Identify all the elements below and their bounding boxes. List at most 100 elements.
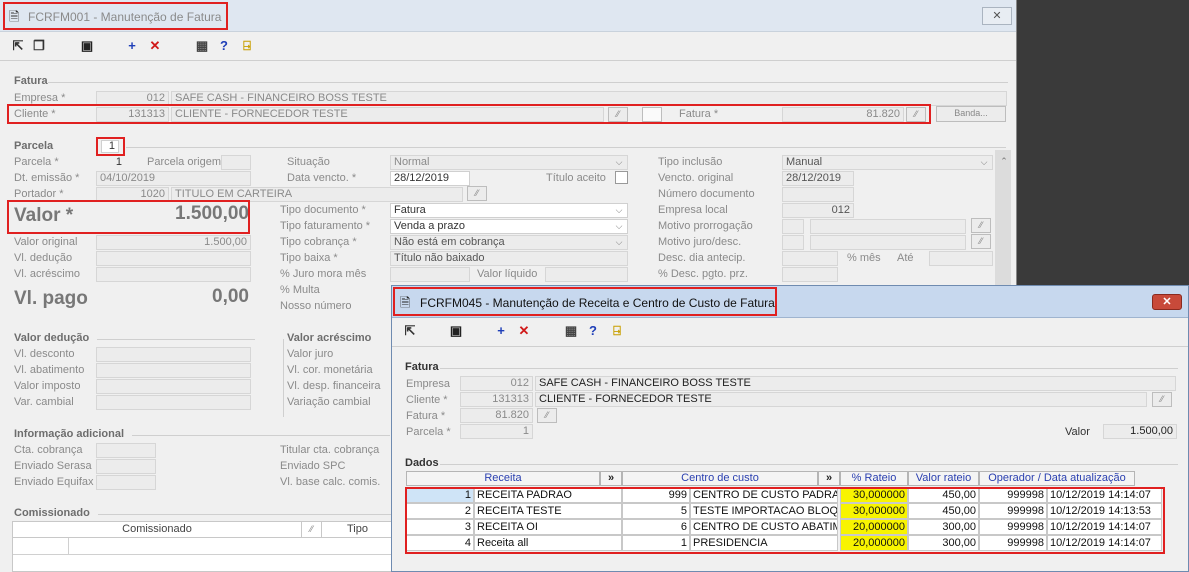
receita-cell[interactable]: RECEITA OI <box>474 519 622 535</box>
sub-fatura-search-button[interactable]: ⁄⁄ <box>537 408 557 423</box>
navigate-icon[interactable]: ⇱ <box>402 323 418 339</box>
cliente-code-field[interactable]: 131313 <box>96 107 169 122</box>
centro-header[interactable]: Centro de custo <box>622 471 818 486</box>
navigate-icon[interactable]: ⇱ <box>10 38 26 54</box>
sub-empresa-label: Empresa <box>406 378 451 390</box>
motivo-prorrogacao-search-button[interactable]: ⁄⁄ <box>971 218 991 233</box>
cc-name-cell[interactable]: CENTRO DE CUSTO ABATIMEN <box>690 519 838 535</box>
juro-mora-field[interactable] <box>390 267 470 282</box>
tipo-documento-select[interactable]: Fatura <box>390 203 628 218</box>
valor-value[interactable]: 1.500,00 <box>96 203 249 225</box>
chevron-down-icon[interactable]: ⌵ <box>612 236 626 249</box>
fatura-search-button[interactable]: ⁄⁄ <box>906 107 926 122</box>
help-icon[interactable]: ? <box>585 323 601 339</box>
row-number[interactable]: 1 <box>406 487 474 503</box>
chevron-down-icon[interactable]: ⌵ <box>612 220 626 233</box>
valor-rateio-header[interactable]: Valor rateio <box>908 471 979 486</box>
enviado-equifax-field <box>96 475 156 490</box>
motivo-juro-search-button[interactable]: ⁄⁄ <box>971 234 991 249</box>
cc-code-cell[interactable]: 5 <box>622 503 690 519</box>
sub-valor-field: 1.500,00 <box>1103 424 1177 439</box>
sub-cliente-search-button[interactable]: ⁄⁄ <box>1152 392 1172 407</box>
parcela-indicator[interactable]: 1 <box>101 140 119 153</box>
cc-code-cell[interactable]: 1 <box>622 535 690 551</box>
receita-cell[interactable]: RECEITA TESTE <box>474 503 622 519</box>
data-atualizacao-cell[interactable]: 10/12/2019 14:13:53 <box>1047 503 1162 519</box>
valor-rateio-cell[interactable]: 300,00 <box>908 519 979 535</box>
operador-header[interactable]: Operador / Data atualização <box>979 471 1135 486</box>
cc-code-cell[interactable]: 6 <box>622 519 690 535</box>
titulo-aceito-checkbox[interactable] <box>615 171 628 184</box>
row-number[interactable]: 4 <box>406 535 474 551</box>
operador-cell[interactable]: 999998 <box>979 519 1047 535</box>
rateio-cell[interactable]: 30,000000 <box>840 503 908 519</box>
portador-label: Portador * <box>14 188 64 200</box>
empresa-local-label: Empresa local <box>658 204 728 216</box>
rateio-cell[interactable]: 30,000000 <box>840 487 908 503</box>
exit-icon[interactable]: ⍈ <box>239 38 255 54</box>
sub-close-button[interactable]: ✕ <box>1152 294 1182 310</box>
chevron-up-icon[interactable]: ⌃ <box>997 155 1011 168</box>
situacao-select[interactable]: Normal <box>390 155 628 170</box>
sub-cliente-label: Cliente * <box>406 394 448 406</box>
cc-code-cell[interactable]: 999 <box>622 487 690 503</box>
chevron-down-icon[interactable]: ⌵ <box>612 204 626 217</box>
valor-rateio-cell[interactable]: 450,00 <box>908 503 979 519</box>
portador-search-button[interactable]: ⁄⁄ <box>467 186 487 201</box>
tipo-cobranca-select[interactable]: Não está em cobrança <box>390 235 628 250</box>
operador-cell[interactable]: 999998 <box>979 503 1047 519</box>
save-icon[interactable]: ▣ <box>79 38 95 54</box>
chevron-down-icon[interactable]: ⌵ <box>977 156 991 169</box>
vl-abatimento-field <box>96 363 251 378</box>
rateio-cell[interactable]: 20,000000 <box>840 519 908 535</box>
add-icon[interactable]: + <box>124 38 140 54</box>
cliente-extra-button[interactable] <box>642 107 662 122</box>
parcela-value[interactable]: 1 <box>96 156 122 168</box>
valor-rateio-cell[interactable]: 300,00 <box>908 535 979 551</box>
calculator-icon[interactable]: ▦ <box>194 38 210 54</box>
comissionado-header[interactable]: Comissionado <box>13 522 301 538</box>
tipo-inclusao-select[interactable]: Manual <box>782 155 993 170</box>
data-vencto-field[interactable]: 28/12/2019 <box>390 171 470 186</box>
dt-emissao-field[interactable]: 04/10/2019 <box>96 171 251 186</box>
exit-icon[interactable]: ⍈ <box>609 323 625 339</box>
empresa-code-field[interactable]: 012 <box>96 91 169 106</box>
comissionado-scroll-button[interactable]: ⁄⁄ <box>301 522 321 538</box>
receita-expand-button[interactable]: » <box>600 471 622 486</box>
data-atualizacao-cell[interactable]: 10/12/2019 14:14:07 <box>1047 487 1162 503</box>
delete-icon[interactable]: ✕ <box>516 323 532 339</box>
cc-name-cell[interactable]: CENTRO DE CUSTO PADRAO <box>690 487 838 503</box>
receita-cell[interactable]: Receita all <box>474 535 622 551</box>
calculator-icon[interactable]: ▦ <box>563 323 579 339</box>
copy-icon[interactable]: ❐ <box>31 38 47 54</box>
data-atualizacao-cell[interactable]: 10/12/2019 14:14:07 <box>1047 535 1162 551</box>
cc-name-cell[interactable]: TESTE IMPORTACAO BLOQ <box>690 503 838 519</box>
operador-cell[interactable]: 999998 <box>979 487 1047 503</box>
portador-code-field[interactable]: 1020 <box>96 187 169 202</box>
save-icon[interactable]: ▣ <box>448 323 464 339</box>
tipo-faturamento-select[interactable]: Venda a prazo <box>390 219 628 234</box>
delete-icon[interactable]: ✕ <box>147 38 163 54</box>
chevron-down-icon[interactable]: ⌵ <box>612 156 626 169</box>
help-icon[interactable]: ? <box>216 38 232 54</box>
centro-expand-button[interactable]: » <box>818 471 840 486</box>
rateio-cell[interactable]: 20,000000 <box>840 535 908 551</box>
valor-rateio-cell[interactable]: 450,00 <box>908 487 979 503</box>
row-number[interactable]: 2 <box>406 503 474 519</box>
row-number[interactable]: 3 <box>406 519 474 535</box>
add-icon[interactable]: + <box>493 323 509 339</box>
receita-header[interactable]: Receita <box>406 471 600 486</box>
close-icon: ✕ <box>992 10 1002 22</box>
operador-cell[interactable]: 999998 <box>979 535 1047 551</box>
rateio-header[interactable]: % Rateio <box>840 471 908 486</box>
cliente-search-button[interactable]: ⁄⁄ <box>608 107 628 122</box>
tipo-header[interactable]: Tipo <box>321 522 393 538</box>
cc-name-cell[interactable]: PRESIDENCIA <box>690 535 838 551</box>
fatura-number-field[interactable]: 81.820 <box>782 107 904 122</box>
data-atualizacao-cell[interactable]: 10/12/2019 14:14:07 <box>1047 519 1162 535</box>
enviado-equifax-label: Enviado Equifax <box>14 476 94 488</box>
vl-deducao-field <box>96 251 251 266</box>
main-close-button[interactable]: ✕ <box>982 7 1012 25</box>
banda-button[interactable]: Banda... <box>936 106 1006 122</box>
receita-cell[interactable]: RECEITA PADRAO <box>474 487 622 503</box>
